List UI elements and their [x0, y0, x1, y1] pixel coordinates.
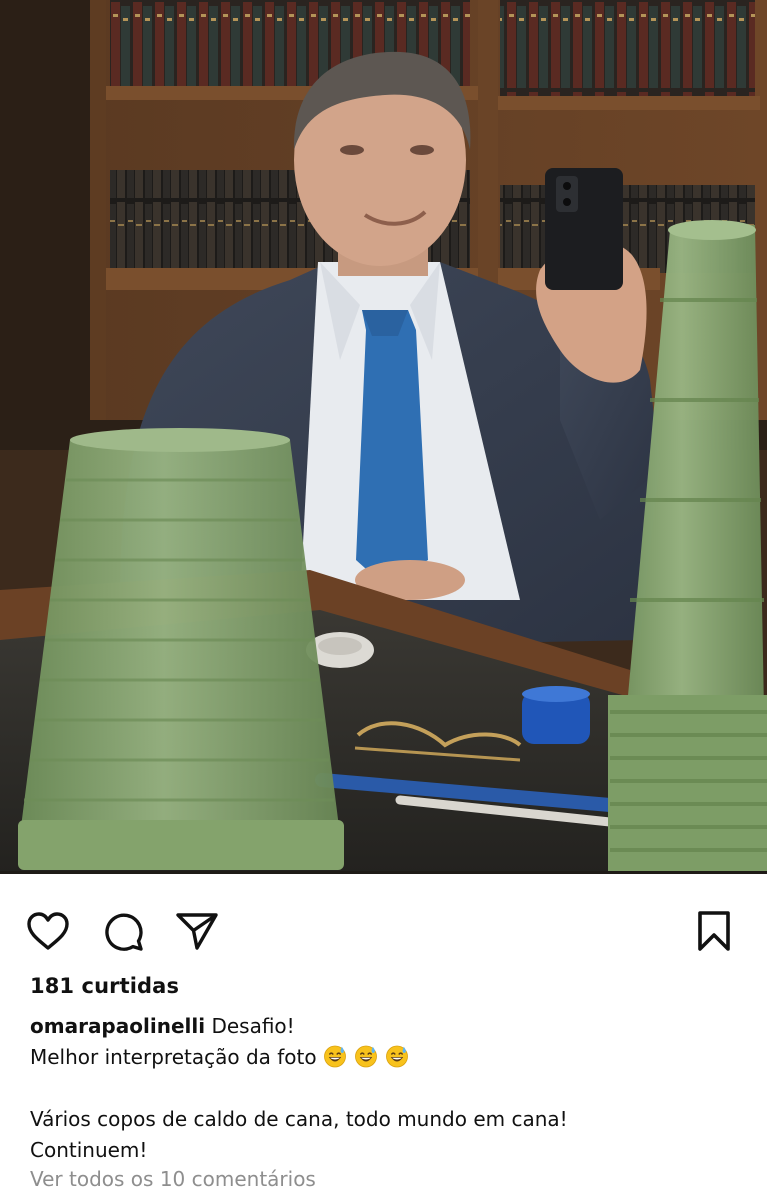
heart-icon[interactable] [24, 905, 72, 957]
caption-paragraph-line-2: Continuem! [30, 1138, 148, 1162]
paper-plane-icon[interactable] [173, 905, 221, 957]
grinning-face-with-sweat-icon [355, 1045, 377, 1068]
likes-count[interactable]: 181 curtidas [30, 974, 179, 998]
grinning-face-with-sweat-icon [386, 1045, 408, 1068]
caption-second-text: Melhor interpretação da foto [30, 1045, 317, 1069]
emoji-row [323, 1045, 416, 1069]
caption-line-1: omarapaolinelli Desafio! [30, 1011, 740, 1042]
comment-icon[interactable] [99, 905, 147, 957]
caption-first-text: Desafio! [211, 1014, 295, 1038]
caption-username[interactable]: omarapaolinelli [30, 1014, 205, 1038]
view-all-comments-link[interactable]: Ver todos os 10 comentários [30, 1167, 316, 1191]
photo-divider [0, 871, 767, 874]
caption-line-2: Melhor interpretação da foto [30, 1042, 740, 1073]
post-caption: omarapaolinelli Desafio! Melhor interpre… [30, 1011, 740, 1166]
post-action-bar [0, 905, 767, 957]
grinning-face-with-sweat-icon [324, 1045, 346, 1068]
instagram-post: 181 curtidas omarapaolinelli Desafio! Me… [0, 0, 767, 1200]
caption-paragraph-line-1: Vários copos de caldo de cana, todo mund… [30, 1107, 568, 1131]
bookmark-icon[interactable] [690, 905, 738, 957]
post-photo-illustration [0, 0, 767, 873]
post-photo[interactable] [0, 0, 767, 873]
